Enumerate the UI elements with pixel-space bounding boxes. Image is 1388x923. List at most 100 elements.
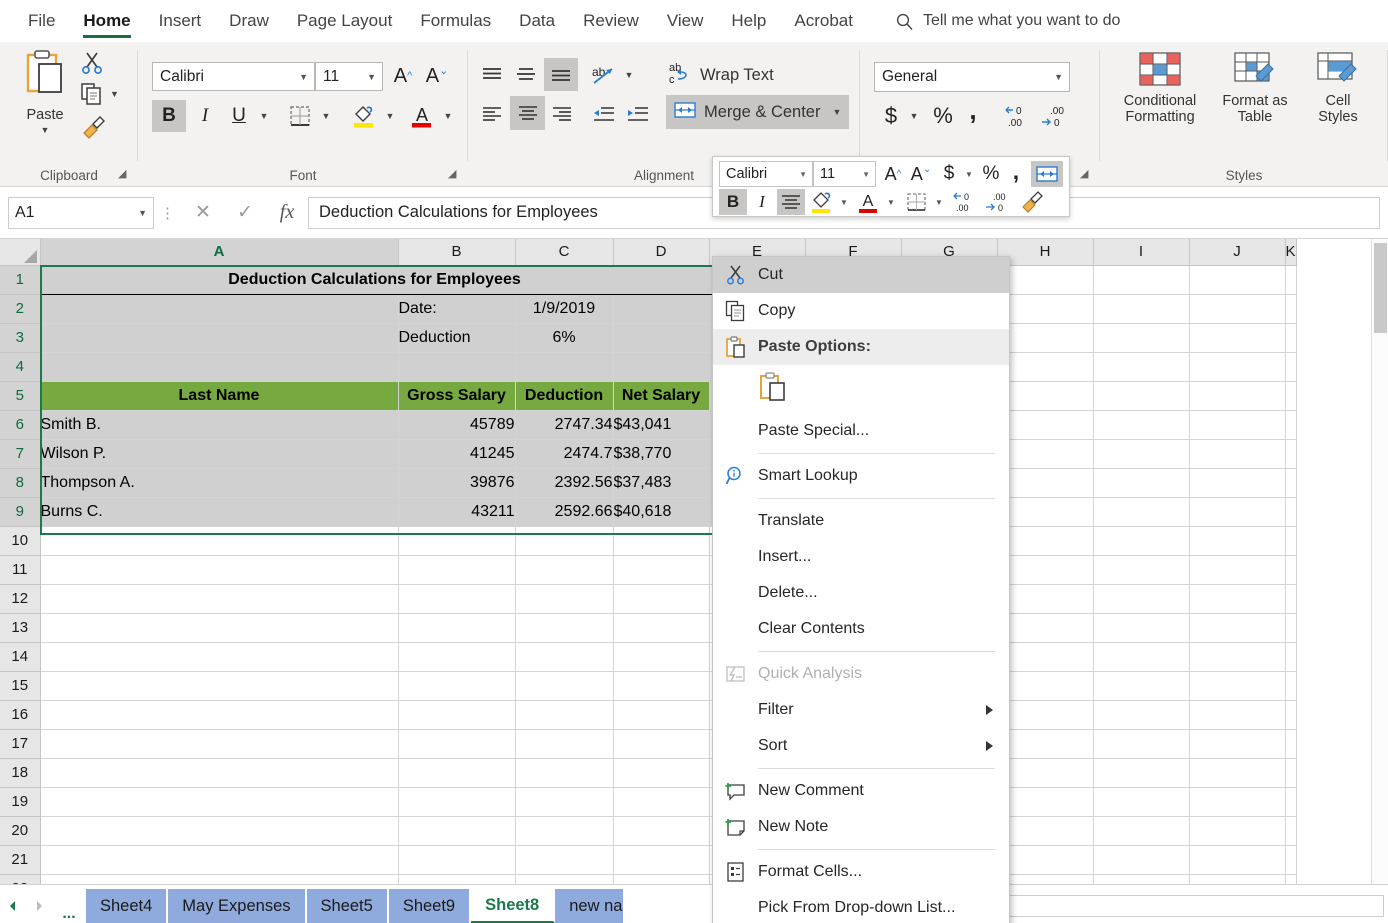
cell-a16[interactable]: [40, 700, 398, 729]
cell-h18[interactable]: [997, 758, 1093, 787]
cell-a3[interactable]: [40, 323, 398, 352]
format-painter-button[interactable]: [80, 114, 106, 145]
chevron-down-icon[interactable]: ▼: [904, 100, 924, 132]
cell-h11[interactable]: [997, 555, 1093, 584]
cell-h21[interactable]: [997, 845, 1093, 874]
context-menu-item-clear-contents[interactable]: Clear Contents: [713, 611, 1009, 647]
cell-c13[interactable]: [515, 613, 613, 642]
cell-i9[interactable]: [1093, 497, 1189, 526]
cell-a6-name[interactable]: Smith B.: [40, 410, 398, 439]
row-header-19[interactable]: 19: [0, 787, 40, 816]
chevron-down-icon[interactable]: ▼: [836, 189, 852, 215]
cell-j12[interactable]: [1189, 584, 1285, 613]
cell-b16[interactable]: [398, 700, 515, 729]
align-right-button[interactable]: [546, 98, 578, 130]
cell-b9-gross[interactable]: 43211: [398, 497, 515, 526]
cell-j5[interactable]: [1189, 381, 1285, 410]
tab-page-layout[interactable]: Page Layout: [283, 0, 406, 42]
mini-center-button[interactable]: [777, 189, 805, 215]
cell-j19[interactable]: [1189, 787, 1285, 816]
mini-accounting-button[interactable]: $: [937, 160, 961, 188]
cell-k9[interactable]: [1285, 497, 1296, 526]
cell-i16[interactable]: [1093, 700, 1189, 729]
cell-k16[interactable]: [1285, 700, 1296, 729]
cell-i8[interactable]: [1093, 468, 1189, 497]
row-header-9[interactable]: 9: [0, 497, 40, 526]
clipboard-dialog-launcher[interactable]: ◢: [118, 167, 132, 181]
mini-percent-button[interactable]: %: [978, 160, 1004, 188]
column-header-c[interactable]: C: [515, 239, 613, 265]
mini-borders-button[interactable]: [903, 189, 931, 215]
mini-decrease-decimal-button[interactable]: .00 0: [983, 189, 1015, 215]
chevron-down-icon[interactable]: ▼: [832, 107, 841, 117]
row-header-12[interactable]: 12: [0, 584, 40, 613]
cell-b6-gross[interactable]: 45789: [398, 410, 515, 439]
tab-file[interactable]: File: [14, 0, 69, 42]
font-dialog-launcher[interactable]: ◢: [448, 167, 462, 181]
context-menu-item-filter[interactable]: Filter: [713, 692, 1009, 728]
cell-k19[interactable]: [1285, 787, 1296, 816]
shrink-font-button[interactable]: A⌄: [422, 61, 452, 91]
cell-j17[interactable]: [1189, 729, 1285, 758]
cell-b14[interactable]: [398, 642, 515, 671]
row-header-17[interactable]: 17: [0, 729, 40, 758]
cell-k3[interactable]: [1285, 323, 1296, 352]
cell-h8[interactable]: [997, 468, 1093, 497]
cell-a20[interactable]: [40, 816, 398, 845]
cell-i7[interactable]: [1093, 439, 1189, 468]
font-name-combo[interactable]: Calibri ▼: [152, 62, 315, 91]
cell-c19[interactable]: [515, 787, 613, 816]
cell-j15[interactable]: [1189, 671, 1285, 700]
cell-k20[interactable]: [1285, 816, 1296, 845]
cell-c9-deduction[interactable]: 2592.66: [515, 497, 613, 526]
cell-c20[interactable]: [515, 816, 613, 845]
cell-a2[interactable]: [40, 294, 398, 323]
cell-d4[interactable]: [613, 352, 709, 381]
row-header-21[interactable]: 21: [0, 845, 40, 874]
cell-a19[interactable]: [40, 787, 398, 816]
cell-b21[interactable]: [398, 845, 515, 874]
name-box[interactable]: A1 ▼: [8, 197, 154, 229]
cell-d11[interactable]: [613, 555, 709, 584]
cell-k10[interactable]: [1285, 526, 1296, 555]
cell-d6-net[interactable]: $43,041: [613, 410, 709, 439]
insert-function-button[interactable]: fx: [266, 197, 308, 229]
cell-a18[interactable]: [40, 758, 398, 787]
cell-a5-header-last-name[interactable]: Last Name: [40, 381, 398, 410]
cell-b11[interactable]: [398, 555, 515, 584]
cell-c11[interactable]: [515, 555, 613, 584]
mini-fill-color-button[interactable]: [808, 187, 836, 217]
cell-b15[interactable]: [398, 671, 515, 700]
align-left-button[interactable]: [476, 98, 508, 130]
cell-b20[interactable]: [398, 816, 515, 845]
context-menu-item-sort[interactable]: Sort: [713, 728, 1009, 764]
underline-button[interactable]: U: [224, 100, 254, 132]
cell-a12[interactable]: [40, 584, 398, 613]
cell-b7-gross[interactable]: 41245: [398, 439, 515, 468]
cell-i20[interactable]: [1093, 816, 1189, 845]
cell-k14[interactable]: [1285, 642, 1296, 671]
cell-b19[interactable]: [398, 787, 515, 816]
tab-view[interactable]: View: [653, 0, 718, 42]
cell-j16[interactable]: [1189, 700, 1285, 729]
cell-h16[interactable]: [997, 700, 1093, 729]
cell-a1-title[interactable]: Deduction Calculations for Employees: [40, 265, 709, 294]
cell-c16[interactable]: [515, 700, 613, 729]
context-menu-item-cut[interactable]: Cut: [713, 257, 1009, 293]
cell-h2[interactable]: [997, 294, 1093, 323]
cell-h5[interactable]: [997, 381, 1093, 410]
tab-insert[interactable]: Insert: [145, 0, 216, 42]
cell-d17[interactable]: [613, 729, 709, 758]
cell-k8[interactable]: [1285, 468, 1296, 497]
cell-i4[interactable]: [1093, 352, 1189, 381]
merge-center-button[interactable]: Merge & Center ▼: [666, 95, 849, 129]
cell-i17[interactable]: [1093, 729, 1189, 758]
chevron-down-icon[interactable]: ▼: [438, 100, 458, 132]
cell-j1[interactable]: [1189, 265, 1285, 294]
sheet-overflow-button[interactable]: ...: [52, 905, 86, 923]
vertical-scrollbar-thumb[interactable]: [1374, 243, 1387, 333]
cell-d16[interactable]: [613, 700, 709, 729]
row-header-20[interactable]: 20: [0, 816, 40, 845]
context-menu-item-insert[interactable]: Insert...: [713, 539, 1009, 575]
cell-a8-name[interactable]: Thompson A.: [40, 468, 398, 497]
